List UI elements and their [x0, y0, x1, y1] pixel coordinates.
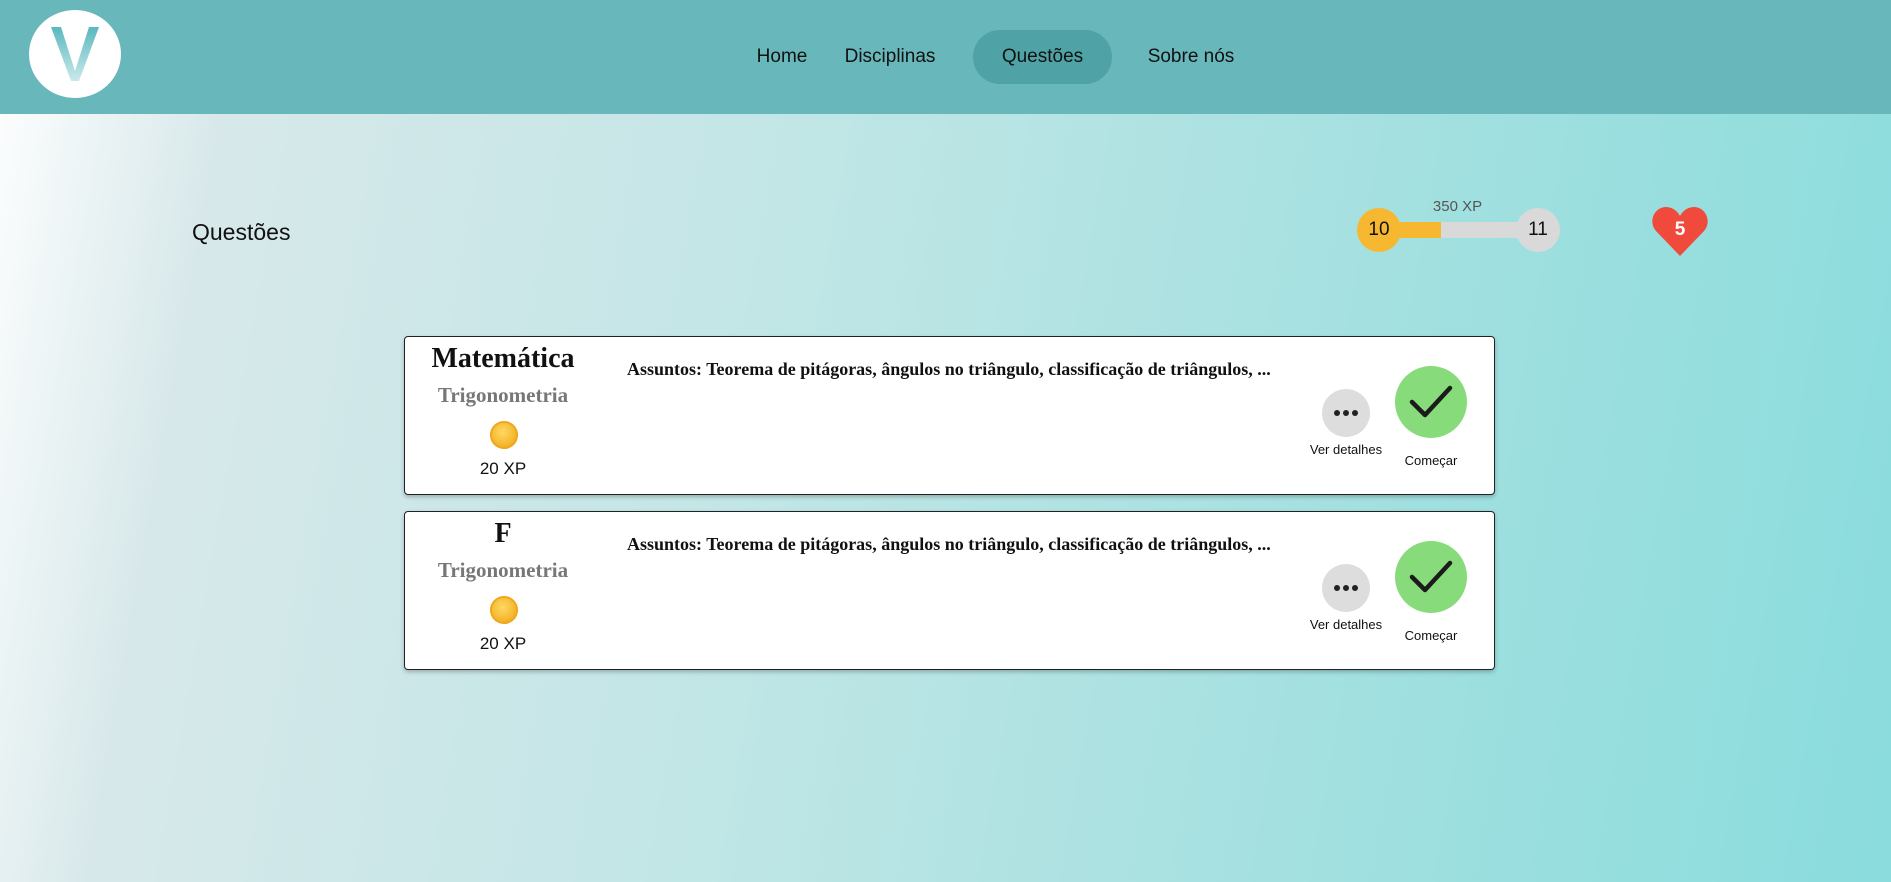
current-level-badge: 10 — [1357, 208, 1401, 252]
question-card: F Trigonometria 20 XP Assuntos: Teorema … — [404, 511, 1495, 670]
coin-icon — [490, 596, 518, 624]
logo-v-icon — [51, 27, 99, 81]
card-topic: Trigonometria — [437, 558, 569, 582]
nav-sobre-nos[interactable]: Sobre nós — [1140, 30, 1242, 84]
start-button[interactable] — [1395, 541, 1467, 613]
nav-home[interactable]: Home — [745, 30, 819, 84]
top-navbar: Home Disciplinas Questões Sobre nós — [0, 0, 1891, 114]
card-subject: Matemática — [431, 343, 575, 374]
start-button[interactable] — [1395, 366, 1467, 438]
lives-count: 5 — [1674, 219, 1686, 240]
page-title: Questões — [192, 219, 291, 245]
details-button[interactable] — [1322, 389, 1370, 437]
start-label[interactable]: Começar — [1371, 628, 1491, 643]
more-dots-icon — [1334, 585, 1358, 591]
card-xp: 20 XP — [479, 634, 527, 653]
card-topic: Trigonometria — [437, 383, 569, 407]
level-progress: 350 XP 10 11 — [1355, 194, 1560, 254]
card-topics: Assuntos: Teorema de pitágoras, ângulos … — [627, 534, 1271, 554]
card-xp: 20 XP — [479, 459, 527, 478]
xp-bar-track — [1377, 222, 1537, 238]
logo[interactable] — [29, 10, 121, 98]
checkmark-icon — [1409, 560, 1453, 593]
details-button[interactable] — [1322, 564, 1370, 612]
start-label[interactable]: Começar — [1371, 453, 1491, 468]
nav-disciplinas[interactable]: Disciplinas — [834, 30, 946, 84]
more-dots-icon — [1334, 410, 1358, 416]
card-topics: Assuntos: Teorema de pitágoras, ângulos … — [627, 359, 1271, 379]
card-subject: F — [494, 518, 512, 549]
nav-questoes[interactable]: Questões — [973, 30, 1112, 84]
checkmark-icon — [1409, 385, 1453, 418]
question-card: Matemática Trigonometria 20 XP Assuntos:… — [404, 336, 1495, 495]
coin-icon — [490, 421, 518, 449]
next-level-badge: 11 — [1516, 208, 1560, 252]
